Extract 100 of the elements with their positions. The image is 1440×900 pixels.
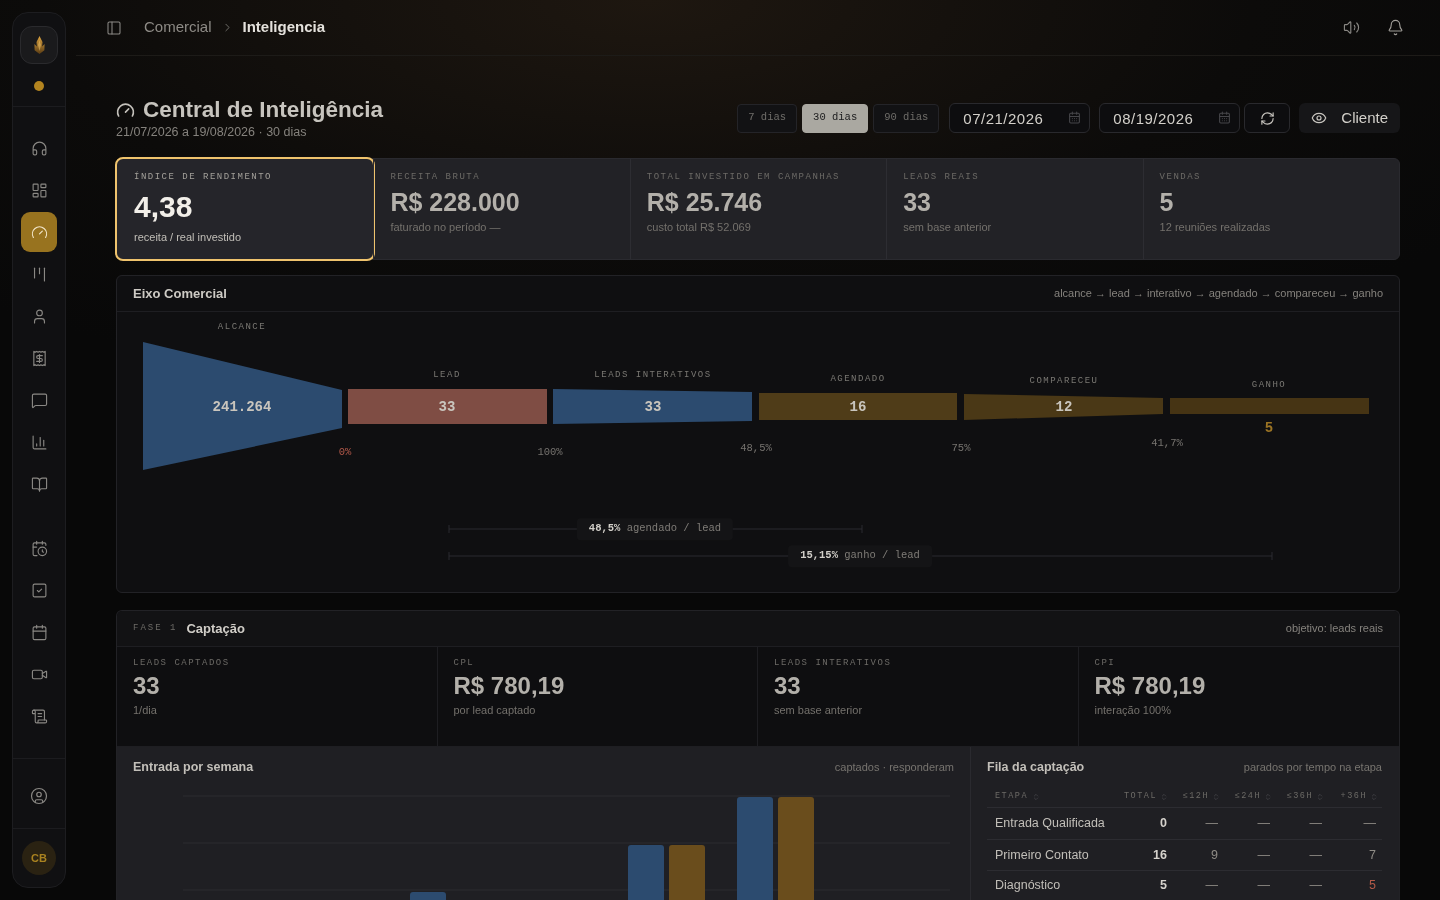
- table-cell-text: Entrada Qualificada: [994, 815, 1106, 833]
- stage-label: GANHO: [1251, 379, 1287, 393]
- table-cell-text: —: [1256, 815, 1271, 833]
- metric-value: R$ 780,19: [1094, 672, 1207, 700]
- date-field[interactable]: 07/21/2026: [949, 103, 1091, 133]
- stage-label: AGENDADO: [830, 373, 886, 387]
- table-cell-text: 9: [1210, 846, 1219, 864]
- metric-label: CPL: [453, 657, 476, 669]
- phase-goal: objetivo: leads reais: [1285, 621, 1383, 637]
- stage-value: 12: [1055, 397, 1073, 417]
- kpi-value: 33: [903, 187, 932, 217]
- column-header[interactable]: TOTAL: [1117, 786, 1172, 807]
- stage-label: LEAD: [433, 369, 461, 383]
- column-header[interactable]: ≤12H: [1172, 786, 1224, 807]
- kpi-note: custo total R$ 52.069: [646, 220, 752, 234]
- table-cell-text: —: [1308, 846, 1323, 864]
- phase-tag: FASE 1: [133, 621, 178, 636]
- range-button[interactable]: 7 dias: [737, 103, 798, 133]
- checkbox-icon: [30, 581, 48, 599]
- bell-icon: [1387, 19, 1404, 36]
- gauge-icon: [116, 100, 135, 120]
- metric-value: 33: [774, 672, 802, 700]
- kpi-note: faturado no período —: [390, 220, 502, 234]
- metric-label: CPI: [1094, 657, 1117, 669]
- range-label: 48,5% agendado / lead: [576, 518, 734, 540]
- table-cell-text: —: [1204, 815, 1219, 833]
- calendar-icon[interactable]: [1218, 111, 1232, 124]
- date-field[interactable]: 08/19/2026: [1099, 103, 1241, 133]
- kpi-note: 12 reuniões realizadas: [1159, 220, 1272, 234]
- table-cell-text: 0: [1159, 815, 1168, 833]
- breadcrumb-link[interactable]: Comercial: [144, 16, 212, 39]
- kpi-value: 5: [1159, 187, 1175, 217]
- panel-icon: [106, 19, 122, 36]
- dashboard-icon: [30, 181, 48, 199]
- stage-label: COMPARECEU: [1029, 375, 1099, 389]
- kpi-note: sem base anterior: [903, 220, 993, 234]
- conversion-rate: 0%: [338, 445, 352, 461]
- metric-label: LEADS INTERATIVOS: [774, 657, 893, 669]
- eye-icon: [1311, 110, 1328, 126]
- table-cell-text: Diagnóstico: [994, 876, 1062, 894]
- flame-logo-icon: [20, 26, 58, 64]
- receipt-icon: [30, 349, 48, 367]
- calendar-clock-icon: [30, 539, 48, 557]
- range-label: 15,15% ganho / lead: [788, 545, 932, 567]
- stage-value: 16: [849, 397, 867, 417]
- panel-title: Eixo Comercial: [133, 284, 227, 303]
- kpi-label: VENDAS: [1159, 171, 1202, 183]
- stage-value: 33: [644, 397, 662, 417]
- speaker-icon: [1343, 19, 1360, 36]
- metric-value: 33: [133, 672, 161, 700]
- sidebar-toggle-button[interactable]: [106, 19, 122, 36]
- range-button[interactable]: 30 dias: [802, 103, 869, 133]
- kpi-note: receita / real investido: [134, 230, 242, 244]
- chart-legend: captados · responderam: [834, 759, 954, 775]
- column-header[interactable]: +36H: [1328, 786, 1382, 807]
- kpi-value: R$ 228.000: [390, 187, 521, 217]
- chat-icon: [30, 391, 48, 409]
- refresh-button[interactable]: [1244, 103, 1291, 133]
- conversion-rate: 48,5%: [740, 441, 772, 457]
- metric-value: R$ 780,19: [453, 672, 566, 700]
- stage-label: ALCANCE: [217, 321, 267, 335]
- column-header[interactable]: ETAPA: [987, 786, 1117, 807]
- stage-value: 241.264: [212, 397, 272, 417]
- kpi-value: 4,38: [134, 190, 194, 224]
- metric-note: 1/dia: [133, 703, 158, 717]
- table-cell-text: —: [1308, 876, 1323, 894]
- bar-chart-icon: [30, 433, 48, 451]
- kpi-label: TOTAL INVESTIDO EM CAMPANHAS: [646, 171, 842, 183]
- page-title: Central de Inteligência: [143, 96, 384, 124]
- client-button[interactable]: Cliente: [1299, 103, 1400, 133]
- user-circle-icon: [30, 787, 48, 805]
- kpi-label: ÍNDICE DE RENDIMENTO: [134, 171, 274, 183]
- calendar-icon[interactable]: [1068, 111, 1082, 124]
- card-note: parados por tempo na etapa: [1243, 760, 1382, 775]
- table-cell-text: 5: [1368, 876, 1377, 894]
- column-header[interactable]: ≤36H: [1276, 786, 1328, 807]
- conversion-rate: 75%: [951, 441, 971, 457]
- book-icon: [30, 475, 48, 493]
- avatar[interactable]: CB: [22, 841, 56, 875]
- table-cell-text: 16: [1152, 846, 1168, 864]
- range-button[interactable]: 90 dias: [873, 103, 940, 133]
- notifications-button[interactable]: [1387, 19, 1404, 36]
- card-title: Fila da captação: [987, 759, 1085, 775]
- calendar-icon: [30, 623, 48, 641]
- breadcrumb-current: Inteligencia: [242, 17, 326, 38]
- metric-note: por lead captado: [453, 703, 537, 717]
- kpi-label: RECEITA BRUTA: [390, 171, 482, 183]
- stage-value: 5: [1264, 418, 1274, 438]
- conversion-rate: 41,7%: [1151, 436, 1183, 452]
- table-cell-text: —: [1308, 815, 1323, 833]
- metric-label: LEADS CAPTADOS: [133, 657, 231, 669]
- table-cell-text: —: [1256, 876, 1271, 894]
- captados-bar: [410, 892, 446, 900]
- column-header[interactable]: ≤24H: [1224, 786, 1276, 807]
- date-range-text: 21/07/2026 a 19/08/2026 · 30 dias: [116, 124, 308, 140]
- phase-title: Captação: [186, 619, 245, 638]
- nav-button[interactable]: [21, 212, 57, 252]
- captados-bar: [628, 845, 664, 900]
- sound-button[interactable]: [1343, 19, 1360, 36]
- table-cell-text: —: [1204, 876, 1219, 894]
